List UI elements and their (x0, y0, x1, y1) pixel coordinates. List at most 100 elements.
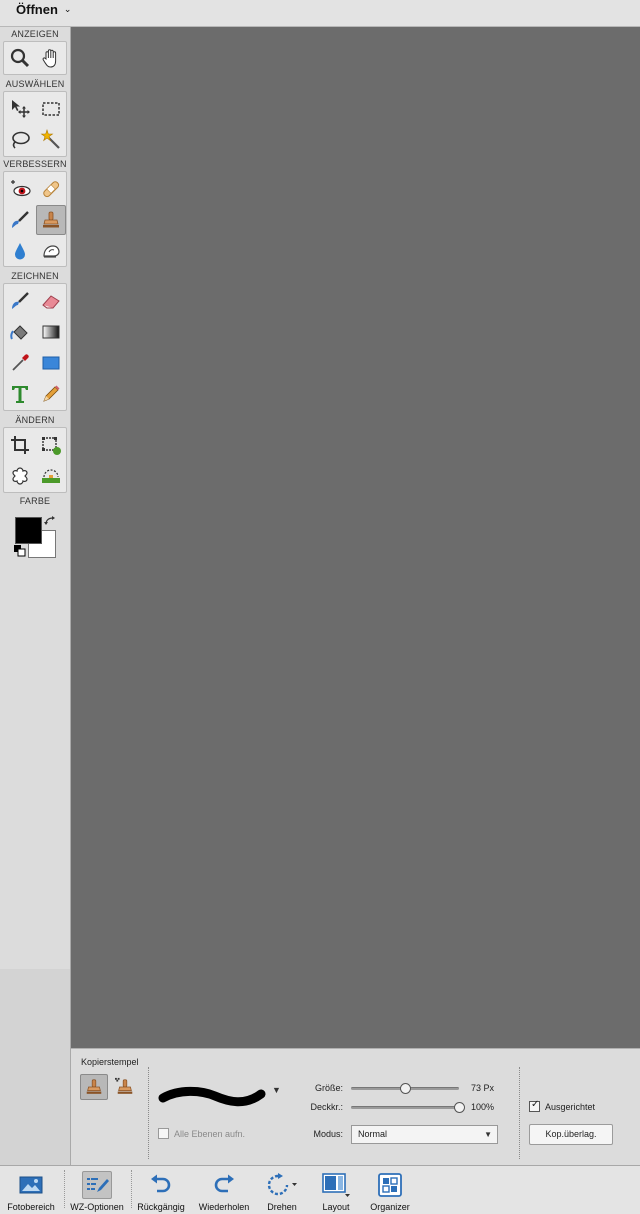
open-menu-button[interactable]: Öffnen ⌄ (16, 2, 71, 17)
cookie-cutter-tool[interactable] (5, 461, 35, 491)
opacity-slider-track[interactable] (351, 1106, 459, 1109)
size-label: Größe: (314, 1083, 343, 1093)
type-tool[interactable] (5, 379, 35, 409)
organizer-label: Organizer (370, 1202, 410, 1212)
sample-all-layers-checkbox[interactable] (158, 1128, 169, 1139)
photo-bin-label: Fotobereich (7, 1202, 55, 1212)
photo-bin-button[interactable]: Fotobereich (0, 1166, 62, 1214)
rotate-button[interactable]: Drehen (260, 1166, 304, 1214)
aligned-checkbox[interactable] (529, 1099, 540, 1112)
brush-preview[interactable] (157, 1079, 267, 1113)
eraser-tool[interactable] (36, 286, 66, 316)
magic-wand-tool[interactable] (36, 125, 66, 155)
size-slider-thumb[interactable] (399, 1083, 411, 1094)
tool-options-button[interactable]: WZ-Optionen (64, 1166, 130, 1214)
tool-group-draw (3, 283, 67, 411)
gradient-tool[interactable] (36, 317, 66, 347)
crop-tool[interactable] (5, 430, 35, 460)
rotate-icon (267, 1171, 297, 1199)
clone-stamp-tool[interactable] (36, 205, 66, 235)
move-tool[interactable] (5, 94, 35, 124)
red-eye-tool[interactable] (5, 174, 35, 204)
lasso-tool[interactable] (5, 125, 35, 155)
pencil-tool[interactable] (36, 379, 66, 409)
bottom-taskbar: Fotobereich WZ-Optionen Rückgängig Wiede… (0, 1165, 640, 1214)
undo-icon (146, 1171, 176, 1199)
divider (148, 1067, 149, 1159)
recompose-icon (42, 437, 61, 455)
sponge-tool[interactable] (36, 236, 66, 266)
marquee-tool[interactable] (36, 94, 66, 124)
organizer-button[interactable]: Organizer (364, 1166, 416, 1214)
tool-options-panel: Kopierstempel ▼ Größe: 73 Px Deckkr.: 10… (71, 1048, 640, 1165)
mode-label: Modus: (313, 1129, 343, 1139)
rotate-label: Drehen (267, 1202, 297, 1212)
sample-all-layers-option[interactable]: Alle Ebenen aufn. (158, 1128, 245, 1139)
redo-icon (209, 1171, 239, 1199)
clone-stamp-icon (43, 211, 59, 228)
type-icon (12, 386, 28, 403)
zoom-tool[interactable] (5, 43, 35, 73)
tool-options-title: Kopierstempel (81, 1057, 139, 1067)
clone-overlay-button[interactable]: Kop.überlag. (529, 1124, 613, 1145)
photo-bin-icon (16, 1171, 46, 1199)
default-colors-icon[interactable] (14, 545, 26, 557)
pencil-icon (43, 385, 60, 402)
divider (519, 1067, 520, 1159)
clone-stamp-icon (86, 1079, 102, 1094)
straighten-tool[interactable] (36, 461, 66, 491)
brush-picker-dropdown-icon[interactable]: ▼ (272, 1085, 281, 1095)
eyedropper-tool[interactable] (5, 348, 35, 378)
hand-icon (42, 49, 57, 68)
top-bar: Öffnen ⌄ (0, 0, 640, 27)
redo-button[interactable]: Wiederholen (192, 1166, 256, 1214)
paint-bucket-tool[interactable] (5, 317, 35, 347)
toolbox: ANZEIGEN AUSWÄHLEN VERBESSERN ZEICHNEN Ä… (0, 27, 71, 969)
undo-label: Rückgängig (137, 1202, 185, 1212)
recompose-tool[interactable] (36, 430, 66, 460)
undo-button[interactable]: Rückgängig (131, 1166, 191, 1214)
eyedropper-icon (12, 354, 29, 371)
chevron-down-icon: ⌄ (63, 4, 72, 14)
section-label-select: AUSWÄHLEN (5, 79, 65, 89)
drop-icon (15, 243, 25, 260)
hand-tool[interactable] (36, 43, 66, 73)
eraser-icon (42, 295, 60, 309)
section-label-color: FARBE (19, 496, 51, 506)
bandage-icon (43, 181, 60, 198)
layout-button[interactable]: Layout (314, 1166, 358, 1214)
aligned-option[interactable]: Ausgerichtet (529, 1099, 596, 1112)
tool-group-modify (3, 427, 67, 493)
foreground-color-swatch[interactable] (15, 517, 42, 544)
straighten-icon (42, 469, 60, 483)
opacity-slider-thumb[interactable] (453, 1102, 465, 1113)
rectangle-icon (42, 356, 60, 370)
smart-brush-tool[interactable] (5, 205, 35, 235)
opacity-value: 100% (471, 1102, 495, 1112)
tool-group-select (3, 91, 67, 157)
toolbox-empty-area (0, 969, 71, 1165)
clone-stamp-mode-button[interactable] (80, 1074, 108, 1100)
blur-tool[interactable] (5, 236, 35, 266)
crop-icon (11, 436, 29, 454)
lasso-icon (12, 131, 30, 149)
tool-group-view (3, 41, 67, 75)
brush-icon (12, 292, 29, 309)
pattern-stamp-mode-button[interactable] (111, 1074, 139, 1100)
sample-all-layers-label: Alle Ebenen aufn. (174, 1128, 246, 1139)
blend-mode-select[interactable]: Normal ▼ (351, 1125, 498, 1144)
open-menu-label: Öffnen (16, 2, 58, 17)
sponge-icon (43, 245, 60, 258)
aligned-label: Ausgerichtet (545, 1101, 596, 1112)
swap-colors-icon[interactable] (43, 515, 57, 528)
opacity-label: Deckkr.: (310, 1102, 343, 1112)
magic-wand-icon (40, 129, 60, 149)
healing-brush-tool[interactable] (36, 174, 66, 204)
section-label-view: ANZEIGEN (11, 29, 59, 39)
canvas-area[interactable] (71, 27, 640, 1048)
shape-tool[interactable] (36, 348, 66, 378)
chevron-down-icon: ▼ (484, 1130, 492, 1139)
red-eye-icon (11, 180, 31, 197)
section-label-enhance: VERBESSERN (3, 159, 67, 169)
brush-tool[interactable] (5, 286, 35, 316)
